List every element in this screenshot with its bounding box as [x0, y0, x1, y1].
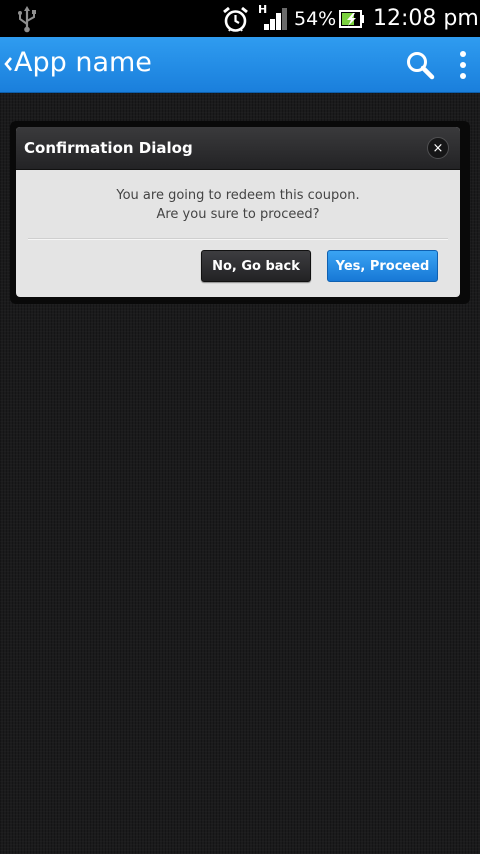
status-bar: H 54% 12:08 pm [0, 0, 480, 37]
app-title[interactable]: App name [14, 46, 152, 80]
search-icon[interactable] [404, 49, 436, 81]
dialog-title: Confirmation Dialog [24, 139, 193, 157]
confirmation-dialog: Confirmation Dialog × You are going to r… [16, 127, 460, 297]
dialog-header: Confirmation Dialog × [16, 127, 460, 170]
go-back-button[interactable]: No, Go back [201, 250, 311, 282]
signal-icon: H [258, 4, 290, 32]
action-bar: App name [0, 37, 480, 93]
battery-icon [339, 10, 364, 28]
battery-percent: 54% [294, 8, 337, 30]
clock-time: 12:08 pm [373, 6, 479, 31]
dialog-message-line-1: You are going to redeem this coupon. [116, 188, 360, 203]
up-caret-icon[interactable] [3, 55, 13, 73]
dialog-divider [28, 238, 448, 240]
dialog-message: You are going to redeem this coupon. Are… [16, 186, 460, 224]
overflow-menu-icon[interactable] [455, 49, 471, 81]
alarm-icon [223, 6, 248, 32]
proceed-button[interactable]: Yes, Proceed [327, 250, 438, 282]
dialog-message-line-2: Are you sure to proceed? [156, 207, 320, 222]
close-button[interactable]: × [427, 137, 449, 159]
usb-icon [18, 6, 36, 33]
